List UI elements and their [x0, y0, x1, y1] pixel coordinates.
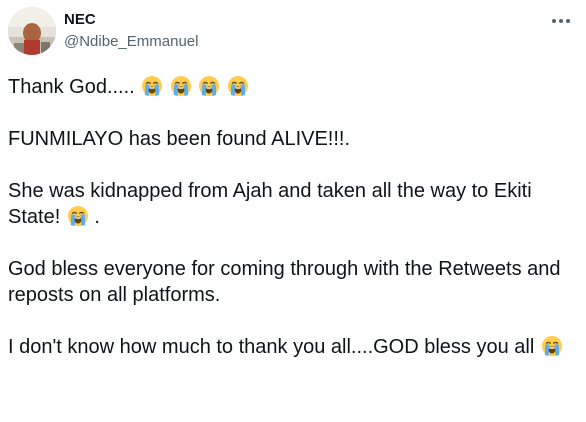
profile-photo-icon	[8, 7, 56, 55]
tweet-paragraph: Thank God.....	[8, 74, 580, 100]
tweet-text: Thank God..... FUNMILAYO has been found …	[8, 74, 580, 386]
tweet-card: NEC @Ndibe_Emmanuel Thank God..... FUNMI…	[0, 0, 586, 422]
tweet-paragraph-text: FUNMILAYO has been found ALIVE!!!.	[8, 128, 351, 150]
loudly-crying-face-emoji	[198, 75, 220, 97]
loudly-crying-face-emoji	[227, 75, 249, 97]
avatar[interactable]	[8, 7, 56, 55]
loudly-crying-face-emoji	[170, 75, 192, 97]
more-options-button[interactable]	[546, 10, 576, 32]
tweet-paragraph-text: God bless everyone for coming through wi…	[8, 258, 561, 306]
tweet-paragraph-text: Thank God.....	[8, 76, 135, 98]
tweet-paragraph: She was kidnapped from Ajah and taken al…	[8, 178, 580, 230]
loudly-crying-face-emoji	[541, 335, 563, 357]
user-handle[interactable]: @Ndibe_Emmanuel	[64, 33, 198, 51]
tweet-paragraph: God bless everyone for coming through wi…	[8, 256, 580, 308]
loudly-crying-face-emoji	[67, 205, 89, 227]
display-name[interactable]: NEC	[64, 11, 96, 29]
loudly-crying-face-emoji	[141, 75, 163, 97]
more-horizontal-icon	[552, 19, 570, 23]
tweet-paragraph: FUNMILAYO has been found ALIVE!!!.	[8, 126, 580, 152]
tweet-paragraph-suffix: .	[94, 206, 100, 228]
tweet-paragraph-text: I don't know how much to thank you all..…	[8, 336, 535, 358]
tweet-paragraph: I don't know how much to thank you all..…	[8, 334, 580, 360]
